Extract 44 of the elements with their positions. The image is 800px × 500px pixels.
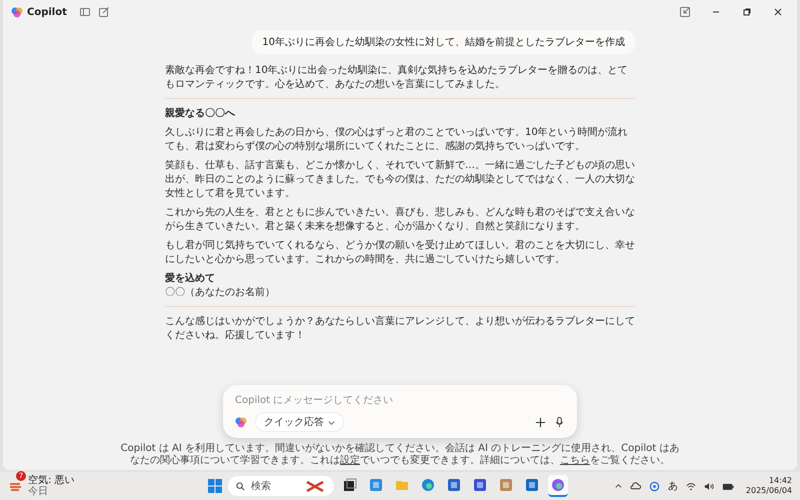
plus-icon[interactable] (535, 416, 546, 428)
app-icon (369, 478, 383, 492)
wifi-icon[interactable] (686, 482, 696, 490)
letter-paragraph: 久しぶりに君と再会したあの日から、僕の心はずっと君のことでいっぱいです。10年という時間が流れても、君は変わらず僕の心の特別な場所にいてくれたことに、感謝の気持ちでいっぱいです。 (165, 126, 629, 154)
close-icon[interactable] (773, 7, 783, 17)
chevron-up-icon[interactable] (614, 482, 622, 490)
folder-icon (395, 478, 409, 492)
app-icon (525, 478, 539, 492)
weather-title: 空気: 悪い (28, 475, 75, 486)
mode-dropdown[interactable]: クイック応答 (255, 412, 344, 432)
app-icon (447, 478, 461, 492)
letter-signature: 〇〇（あなたのお名前） (165, 286, 276, 300)
details-link[interactable]: こちら (560, 455, 590, 466)
letter-closing: 愛を込めて (165, 272, 216, 286)
chevron-down-icon (328, 418, 335, 426)
user-message: 10年ぶりに再会した幼馴染の女性に対して、結婚を前提としたラブレターを作成 (252, 30, 635, 54)
compact-view-icon[interactable] (680, 7, 690, 17)
letter-paragraph: 笑顔も、仕草も、話す言葉も、どこか懐かしく、それでいて新鮮で…。一緒に過ごした子どもの頃の思い出が、昨日のことのように蘇ってきました。でも今の僕は、ただの幼馴染としてではなく、一人の大切な女性として君を見ています。 (165, 159, 635, 201)
response-text: こんな感じはいかがでしょうか？あなたらしい言葉にアレンジして、より想いが伝わるラブレターにしてくださいね。応援しています！ (165, 315, 635, 343)
taskbar-search[interactable]: 検索 (228, 476, 334, 496)
letter-heading: 親愛なる〇〇へ (165, 107, 236, 121)
new-chat-icon[interactable] (98, 7, 109, 17)
clock-date[interactable]: 2025/06/04 (746, 486, 792, 496)
start-icon[interactable] (208, 479, 222, 493)
weather-subtitle: 今日 (28, 486, 49, 497)
cloud-icon[interactable] (630, 482, 641, 490)
letter-paragraph: もし君が同じ気持ちでいてくれるなら、どうか僕の願いを受け止めてほしい。君のことを大切にし、幸せにしたいと心から思っています。これからの時間を、共に過ごしていけたら嬉しいです。 (165, 239, 635, 267)
microphone-icon[interactable] (554, 416, 565, 428)
app-title: Copilot (27, 6, 67, 18)
settings-link[interactable]: 設定 (340, 455, 360, 466)
disclaimer-text: Copilot は AI を利用しています。間違いがないかを確認してください。会話は AI のトレーニングに使用され、Copilot はあなたの関心事項について学習できます。これは設定でいつでも変更できます。詳細については、こちら をご覧ください。 (120, 443, 680, 467)
task-view-icon (343, 478, 357, 492)
sidebar-icon[interactable] (80, 7, 90, 17)
ime-indicator[interactable]: あ (668, 479, 678, 493)
search-icon (236, 482, 245, 490)
volume-icon[interactable] (704, 482, 714, 490)
message-composer[interactable]: Copilot にメッセージしてください クイック応答 (223, 385, 577, 438)
clock-time[interactable]: 14:42 (768, 476, 792, 486)
response-text: 素敵な再会ですね！10年ぶりに出会った幼馴染に、真剣な気持ちを込めたラブレターを贈るのは、とてもロマンティックです。心を込めて、あなたの想いを言葉にしてみました。 (165, 64, 629, 92)
letter-paragraph: これから先の人生を、君とともに歩んでいきたい。喜びも、悲しみも、どんな時も君のそばで支え合いながら生きていきたい。君と築く未来を想像すると、心が温かくなり、自然と笑顔になります。 (165, 206, 635, 234)
battery-icon[interactable] (722, 482, 734, 490)
restore-icon[interactable] (742, 7, 752, 17)
app-icon (499, 478, 513, 492)
app-icon (473, 478, 487, 492)
